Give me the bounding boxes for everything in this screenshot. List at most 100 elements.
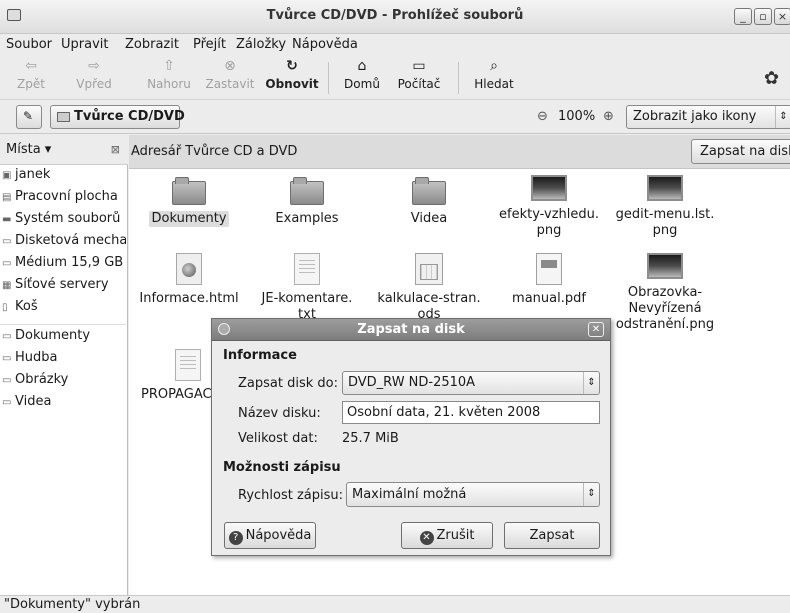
toolbar-separator (328, 62, 329, 94)
menu-prejit[interactable]: Přejít (193, 37, 226, 52)
disc-name-field[interactable]: Osobní data, 21. květen 2008 (342, 401, 600, 424)
back-arrow-icon: ⇦ (25, 58, 37, 74)
reload-button[interactable]: ↻ Obnovit (263, 58, 321, 91)
computer-button[interactable]: ▭ Počítač (392, 58, 446, 91)
sidebar-item-trash[interactable]: ▯ Koš (0, 299, 126, 321)
data-size-label: Velikost dat: (238, 431, 318, 446)
file-item-kalkulace[interactable]: kalkulace-stran. ods (369, 253, 489, 323)
menu-zalozky[interactable]: Záložky (236, 37, 286, 52)
home-button[interactable]: ⌂ Domů (338, 58, 386, 91)
help-icon: ? (228, 531, 243, 545)
menu-napoveda[interactable]: Nápověda (292, 37, 358, 52)
menubar: Soubor Upravit Zobrazit Přejít Záložky N… (0, 34, 790, 56)
sidebar-item-desktop[interactable]: ▤ Pracovní plocha (0, 189, 126, 211)
file-item-efekty-vzhledu[interactable]: efekty-vzhledu. png (489, 175, 609, 239)
close-button[interactable]: × (774, 8, 790, 25)
file-item-manual-pdf[interactable]: manual.pdf (489, 253, 609, 307)
stop-button[interactable]: ⊗ Zastavit (200, 58, 260, 91)
disk-icon: ▭ (2, 258, 12, 269)
sidebar-item-videos[interactable]: ▭ Videa (0, 394, 126, 416)
folder-icon: ▭ (2, 331, 12, 342)
gnome-foot-icon: ✿ (764, 68, 780, 89)
close-sidebar-icon[interactable]: ⊠ (111, 143, 120, 156)
toolbar-separator-2 (458, 62, 459, 94)
menu-soubor[interactable]: Soubor (6, 37, 52, 52)
section-options-heading: Možnosti zápisu (223, 460, 341, 475)
forward-button[interactable]: ⇨ Vpřed (64, 58, 124, 91)
sidebar-item-documents[interactable]: ▭ Dokumenty (0, 328, 126, 350)
file-item-dokumenty[interactable]: Dokumenty (129, 175, 249, 227)
sidebar-item-music[interactable]: ▭ Hudba (0, 350, 126, 372)
sidebar-item-medium[interactable]: ▭ Médium 15,9 GB (0, 255, 126, 277)
sidebar-item-floppy[interactable]: ▭Disketová mechanika (0, 233, 126, 255)
sidebar-separator (0, 324, 126, 325)
floppy-icon: ▭ (2, 236, 12, 247)
desktop-icon: ▤ (2, 192, 12, 203)
menu-upravit[interactable]: Upravit (61, 37, 108, 52)
section-info-heading: Informace (223, 348, 297, 363)
sidebar-item-filesystem[interactable]: ▬ Systém souborů (0, 211, 126, 233)
menu-zobrazit[interactable]: Zobrazit (125, 37, 179, 52)
folder-icon (57, 112, 70, 122)
folder-icon (412, 177, 446, 205)
search-icon: ⌕ (490, 58, 498, 74)
burn-button[interactable]: Zapsat (504, 522, 600, 549)
view-mode-select[interactable]: Zobrazit jako ikony ⇕ (626, 105, 790, 129)
location-header-label: Adresář Tvůrce CD a DVD (131, 144, 298, 159)
location-header: Adresář Tvůrce CD a DVD Zapsat na disk (129, 135, 790, 169)
edit-location-icon: ✎ (23, 109, 34, 123)
folder-icon: ▭ (2, 397, 12, 408)
image-file-icon (647, 253, 683, 279)
image-file-icon (531, 175, 567, 201)
minimize-button[interactable]: _ (734, 8, 752, 25)
toggle-location-button[interactable]: ✎ (16, 105, 42, 129)
text-file-icon (175, 349, 201, 381)
status-text: "Dokumenty" vybrán (4, 597, 141, 612)
up-arrow-icon: ⇧ (163, 58, 175, 74)
zoom-level[interactable]: 100% (558, 109, 595, 124)
back-button[interactable]: ⇦ Zpět (10, 58, 52, 91)
file-item-examples[interactable]: Examples (247, 175, 367, 227)
chevron-updown-icon: ⇕ (775, 106, 790, 128)
pdf-file-icon (536, 253, 562, 285)
toolbar: ⇦ Zpět ⇨ Vpřed ⇧ Nahoru ⊗ Zastavit ↻ Obn… (0, 56, 790, 100)
dialog-close-icon[interactable]: ✕ (588, 322, 604, 337)
burn-to-disc-button[interactable]: Zapsat na disk (691, 139, 790, 164)
sidebar-item-pictures[interactable]: ▭ Obrázky (0, 372, 126, 394)
cancel-button[interactable]: ✕ Zrušit (401, 522, 493, 549)
html-file-icon (176, 253, 202, 285)
computer-icon: ▭ (412, 58, 426, 74)
dialog-titlebar: Zapsat na disk ✕ (212, 319, 610, 341)
folder-icon (172, 177, 206, 205)
speed-select[interactable]: Maximální možná ⇕ (346, 482, 600, 507)
file-item-gedit-menu[interactable]: gedit-menu.lst. png (605, 175, 725, 239)
file-item-obrazovka[interactable]: Obrazovka- Nevyřízená odstranění.png (605, 253, 725, 333)
disc-name-label: Název disku: (238, 406, 321, 421)
file-item-informace-html[interactable]: Informace.html (129, 253, 249, 307)
cancel-icon: ✕ (419, 531, 434, 545)
path-button-burn[interactable]: Tvůrce CD/DVD (50, 105, 185, 129)
folder-icon (290, 177, 324, 205)
data-size-value: 25.7 MiB (342, 431, 399, 446)
forward-arrow-icon: ⇨ (88, 58, 100, 74)
sidebar-item-network[interactable]: ▦ Síťové servery (0, 277, 126, 299)
zoom-in-icon[interactable]: ⊕ (603, 109, 614, 124)
places-dropdown[interactable]: Místa ▾ (6, 142, 51, 157)
burn-to-label: Zapsat disk do: (238, 376, 338, 391)
sidebar-header: Místa ▾ ⊠ (0, 135, 128, 165)
zoom-out-icon[interactable]: ⊖ (537, 109, 548, 124)
file-item-je-komentare[interactable]: JE-komentare. txt (247, 253, 367, 323)
file-item-propagac[interactable]: PROPAGAC (129, 349, 219, 403)
chevron-updown-icon: ⇕ (583, 372, 599, 394)
search-button[interactable]: ⌕ Hledat (468, 58, 520, 91)
sidebar-item-home[interactable]: ▣ janek (0, 167, 126, 189)
file-item-videa[interactable]: Videa (369, 175, 489, 227)
text-file-icon (294, 253, 320, 285)
network-icon: ▦ (2, 280, 12, 291)
help-button[interactable]: ? Nápověda (224, 522, 316, 549)
drive-icon: ▬ (2, 214, 12, 225)
up-button[interactable]: ⇧ Nahoru (141, 58, 197, 91)
burn-to-select[interactable]: DVD_RW ND-2510A ⇕ (342, 371, 600, 395)
speed-label: Rychlost zápisu: (238, 488, 344, 503)
maximize-button[interactable]: ▫ (754, 8, 772, 25)
